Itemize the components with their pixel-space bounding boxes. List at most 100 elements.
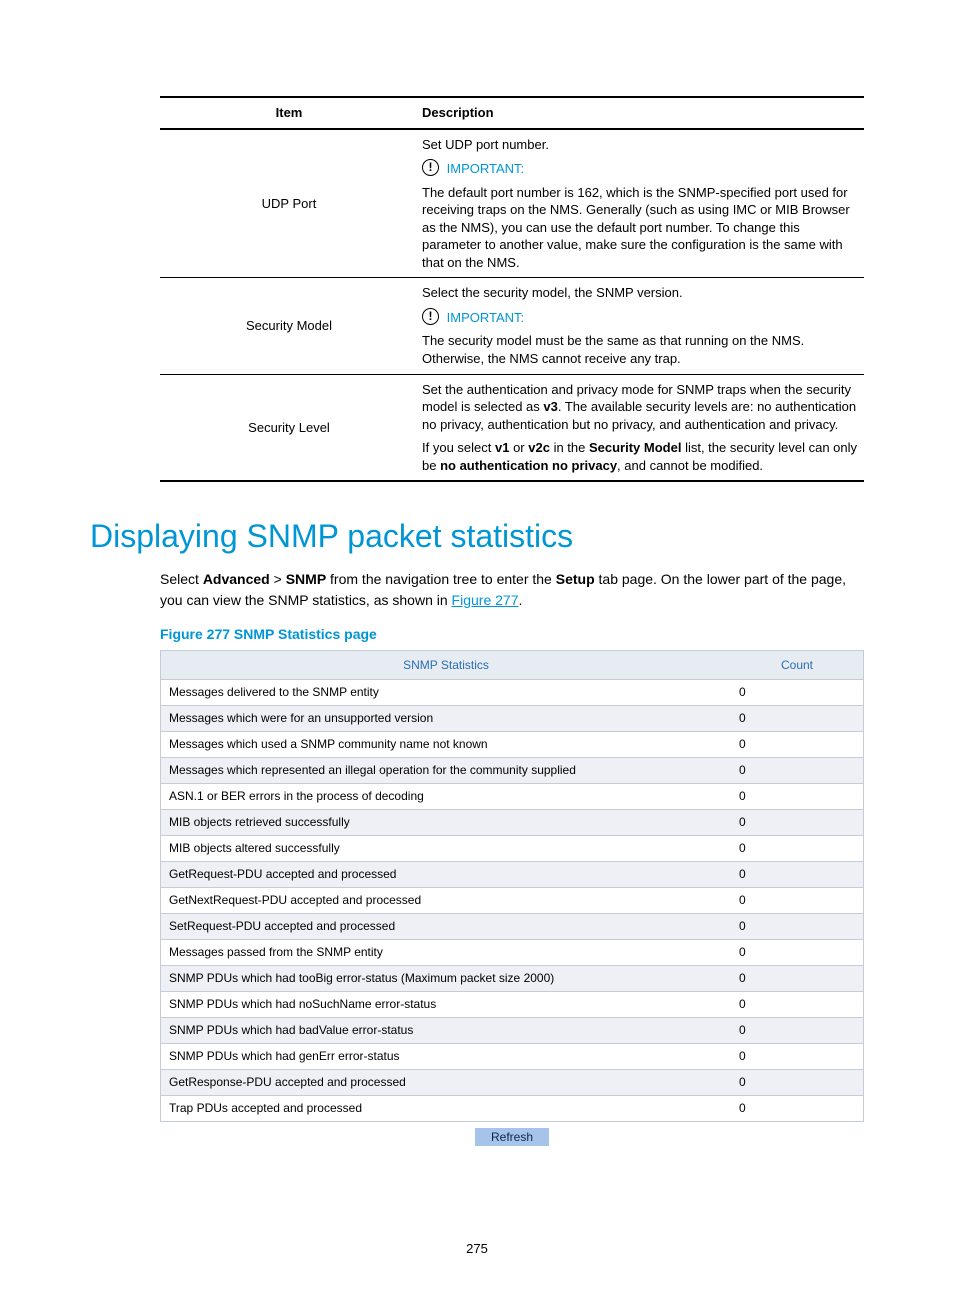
- bold-setup: Setup: [556, 571, 595, 587]
- table-row: SNMP PDUs which had badValue error-statu…: [161, 1017, 864, 1043]
- stat-name: GetNextRequest-PDU accepted and processe…: [161, 887, 732, 913]
- bold-v3: v3: [543, 399, 557, 414]
- text: If you select: [422, 440, 495, 455]
- bold-no-auth: no authentication no privacy: [440, 458, 617, 473]
- table-row: SNMP PDUs which had tooBig error-status …: [161, 965, 864, 991]
- page-number: 275: [0, 1241, 954, 1256]
- security-level-p2: If you select v1 or v2c in the Security …: [422, 439, 860, 474]
- stat-name: MIB objects retrieved successfully: [161, 809, 732, 835]
- table-row: Messages which were for an unsupported v…: [161, 705, 864, 731]
- stat-count: 0: [731, 731, 864, 757]
- stat-name: SNMP PDUs which had badValue error-statu…: [161, 1017, 732, 1043]
- stat-name: SNMP PDUs which had tooBig error-status …: [161, 965, 732, 991]
- table-row: MIB objects altered successfully0: [161, 835, 864, 861]
- row-security-model: Security Model Select the security model…: [160, 278, 864, 374]
- stat-count: 0: [731, 939, 864, 965]
- row-security-level: Security Level Set the authentication an…: [160, 374, 864, 481]
- stat-count: 0: [731, 913, 864, 939]
- stat-name: Messages which used a SNMP community nam…: [161, 731, 732, 757]
- table-row: SetRequest-PDU accepted and processed0: [161, 913, 864, 939]
- udp-port-body: The default port number is 162, which is…: [422, 184, 860, 272]
- stat-count: 0: [731, 809, 864, 835]
- th-description: Description: [418, 97, 864, 129]
- intro-paragraph: Select Advanced > SNMP from the navigati…: [160, 569, 864, 610]
- security-model-set: Select the security model, the SNMP vers…: [422, 284, 860, 302]
- stat-name: Trap PDUs accepted and processed: [161, 1095, 732, 1121]
- important-label: IMPORTANT:: [447, 310, 525, 325]
- table-row: GetNextRequest-PDU accepted and processe…: [161, 887, 864, 913]
- stat-count: 0: [731, 679, 864, 705]
- table-row: Messages delivered to the SNMP entity0: [161, 679, 864, 705]
- cell-desc: Set the authentication and privacy mode …: [418, 374, 864, 481]
- stat-name: Messages passed from the SNMP entity: [161, 939, 732, 965]
- important-icon: [422, 159, 439, 176]
- text: >: [270, 571, 286, 587]
- section-heading: Displaying SNMP packet statistics: [90, 518, 864, 555]
- table-row: SNMP PDUs which had noSuchName error-sta…: [161, 991, 864, 1017]
- bold-security-model: Security Model: [589, 440, 681, 455]
- security-level-p1: Set the authentication and privacy mode …: [422, 381, 860, 434]
- cell-item: UDP Port: [160, 129, 418, 278]
- stat-count: 0: [731, 965, 864, 991]
- stat-count: 0: [731, 757, 864, 783]
- table-row: Messages which represented an illegal op…: [161, 757, 864, 783]
- table-row: Messages passed from the SNMP entity0: [161, 939, 864, 965]
- stat-count: 0: [731, 887, 864, 913]
- bold-v1: v1: [495, 440, 509, 455]
- cell-desc: Set UDP port number. IMPORTANT: The defa…: [418, 129, 864, 278]
- security-model-body: The security model must be the same as t…: [422, 332, 860, 367]
- stat-name: MIB objects altered successfully: [161, 835, 732, 861]
- stat-name: SetRequest-PDU accepted and processed: [161, 913, 732, 939]
- text: Select: [160, 571, 203, 587]
- text: , and cannot be modified.: [617, 458, 763, 473]
- snmp-statistics-table: SNMP Statistics Count Messages delivered…: [160, 650, 864, 1122]
- stat-count: 0: [731, 705, 864, 731]
- stat-count: 0: [731, 783, 864, 809]
- cell-item: Security Level: [160, 374, 418, 481]
- table-row: ASN.1 or BER errors in the process of de…: [161, 783, 864, 809]
- stat-count: 0: [731, 835, 864, 861]
- stat-count: 0: [731, 1069, 864, 1095]
- stat-name: SNMP PDUs which had genErr error-status: [161, 1043, 732, 1069]
- refresh-button[interactable]: Refresh: [475, 1128, 549, 1146]
- stat-name: GetRequest-PDU accepted and processed: [161, 861, 732, 887]
- stat-name: ASN.1 or BER errors in the process of de…: [161, 783, 732, 809]
- text: .: [518, 592, 522, 608]
- stat-name: GetResponse-PDU accepted and processed: [161, 1069, 732, 1095]
- text: or: [509, 440, 528, 455]
- important-icon: [422, 308, 439, 325]
- important-label-line: IMPORTANT:: [422, 308, 860, 327]
- stat-name: Messages which were for an unsupported v…: [161, 705, 732, 731]
- stat-count: 0: [731, 861, 864, 887]
- table-row: Messages which used a SNMP community nam…: [161, 731, 864, 757]
- bold-v2c: v2c: [528, 440, 550, 455]
- description-table: Item Description UDP Port Set UDP port n…: [160, 96, 864, 482]
- bold-advanced: Advanced: [203, 571, 270, 587]
- udp-port-set: Set UDP port number.: [422, 136, 860, 154]
- row-udp-port: UDP Port Set UDP port number. IMPORTANT:…: [160, 129, 864, 278]
- table-row: MIB objects retrieved successfully0: [161, 809, 864, 835]
- stat-count: 0: [731, 1043, 864, 1069]
- table-row: GetResponse-PDU accepted and processed0: [161, 1069, 864, 1095]
- stat-name: SNMP PDUs which had noSuchName error-sta…: [161, 991, 732, 1017]
- bold-snmp: SNMP: [286, 571, 326, 587]
- table-row: Trap PDUs accepted and processed0: [161, 1095, 864, 1121]
- th-stat-count: Count: [731, 650, 864, 679]
- text: from the navigation tree to enter the: [326, 571, 556, 587]
- table-row: SNMP PDUs which had genErr error-status0: [161, 1043, 864, 1069]
- figure-caption: Figure 277 SNMP Statistics page: [160, 626, 864, 642]
- th-stat-name: SNMP Statistics: [161, 650, 732, 679]
- stat-name: Messages delivered to the SNMP entity: [161, 679, 732, 705]
- link-figure-277[interactable]: Figure 277: [452, 592, 519, 608]
- cell-item: Security Model: [160, 278, 418, 374]
- table-row: GetRequest-PDU accepted and processed0: [161, 861, 864, 887]
- th-item: Item: [160, 97, 418, 129]
- stat-count: 0: [731, 1095, 864, 1121]
- cell-desc: Select the security model, the SNMP vers…: [418, 278, 864, 374]
- stat-name: Messages which represented an illegal op…: [161, 757, 732, 783]
- stat-count: 0: [731, 1017, 864, 1043]
- important-label: IMPORTANT:: [447, 161, 525, 176]
- important-label-line: IMPORTANT:: [422, 159, 860, 178]
- stat-count: 0: [731, 991, 864, 1017]
- text: in the: [550, 440, 589, 455]
